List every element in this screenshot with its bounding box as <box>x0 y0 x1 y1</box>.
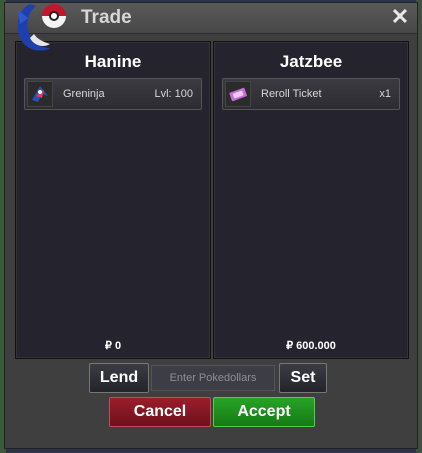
set-button[interactable]: Set <box>279 363 327 393</box>
pokeball-logo-icon <box>17 4 66 51</box>
item-name: Reroll Ticket <box>261 88 322 100</box>
offer-panel-right: Jatzbee Reroll Ticket x1 ₽ 600.000 <box>213 41 409 359</box>
player-name: Jatzbee <box>279 52 343 71</box>
reroll-ticket-icon <box>225 81 251 107</box>
money-offer: ₽ 0 <box>104 340 122 352</box>
trade-item-row[interactable]: Greninja Lvl: 100 <box>24 78 202 110</box>
cancel-button[interactable]: Cancel <box>109 397 211 427</box>
offer-panel-left: Hanine Greninja Lvl: 100 ₽ 0 <box>15 41 211 359</box>
trade-window: Trade ✕ Hanine Greninja Lvl: 100 ₽ 0 Jat… <box>4 2 418 449</box>
accept-button[interactable]: Accept <box>213 397 315 427</box>
lend-button[interactable]: Lend <box>89 363 149 393</box>
trade-item-row[interactable]: Reroll Ticket x1 <box>222 78 400 110</box>
item-level: Lvl: 100 <box>154 88 193 100</box>
pokedollars-input[interactable] <box>151 365 275 391</box>
item-name: Greninja <box>63 88 105 100</box>
item-quantity: x1 <box>379 88 391 100</box>
close-icon[interactable]: ✕ <box>389 5 411 29</box>
window-title: Trade <box>81 7 132 28</box>
greninja-sprite-icon <box>27 81 53 107</box>
money-offer: ₽ 600.000 <box>286 340 336 352</box>
